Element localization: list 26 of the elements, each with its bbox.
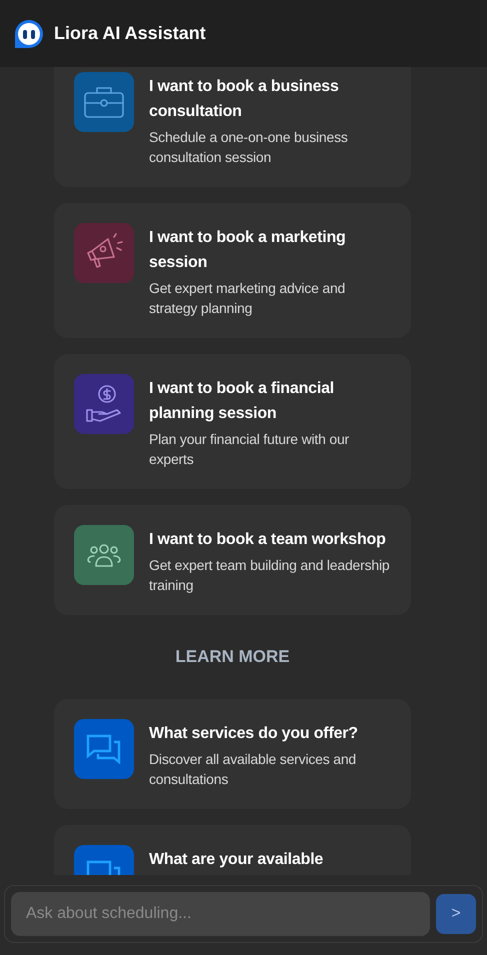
option-title: I want to book a financial planning session bbox=[149, 379, 336, 424]
option-title: What are your available bbox=[149, 850, 324, 870]
option-description: Discover all available services and consultations bbox=[149, 750, 357, 788]
option-description: Get expert marketing advice and strategy planning bbox=[149, 279, 346, 318]
option-card[interactable]: I want to book a business consultation Schedule a one-on-one business consultation session bbox=[54, 67, 411, 187]
team-icon bbox=[86, 542, 122, 568]
option-card[interactable]: I want to book a marketing session Get expert marketing advice and strategy planning bbox=[54, 203, 411, 338]
app-title: Liora AI Assistant bbox=[54, 22, 206, 45]
option-description: Plan your financial future with our experts bbox=[149, 430, 350, 469]
robot-logo-icon bbox=[14, 18, 44, 48]
send-button[interactable]: > bbox=[436, 894, 476, 934]
option-card[interactable]: What services do you offer? Discover all available services and consultations bbox=[54, 698, 411, 808]
option-title: I want to book a business consultation bbox=[149, 77, 340, 122]
option-card[interactable]: I want to book a financial planning session Plan your financial future with our experts bbox=[54, 354, 411, 489]
option-card[interactable]: What are your available bbox=[54, 824, 411, 875]
section-heading: LEARN MORE bbox=[175, 646, 290, 668]
money-hand-icon bbox=[85, 384, 123, 424]
message-input[interactable]: Ask about scheduling... bbox=[11, 892, 430, 936]
option-card[interactable]: I want to book a team workshop Get expert team building and leadership training bbox=[54, 505, 411, 615]
option-title: What services do you offer? bbox=[149, 724, 359, 744]
briefcase-icon bbox=[83, 85, 125, 119]
chat-icon bbox=[86, 732, 122, 764]
option-title: I want to book a team workshop bbox=[149, 530, 387, 550]
option-description: Schedule a one-on-one business consultation session bbox=[149, 128, 349, 167]
option-title: I want to book a marketing session bbox=[149, 228, 347, 273]
option-description: Get expert team building and leadership training bbox=[149, 556, 390, 595]
